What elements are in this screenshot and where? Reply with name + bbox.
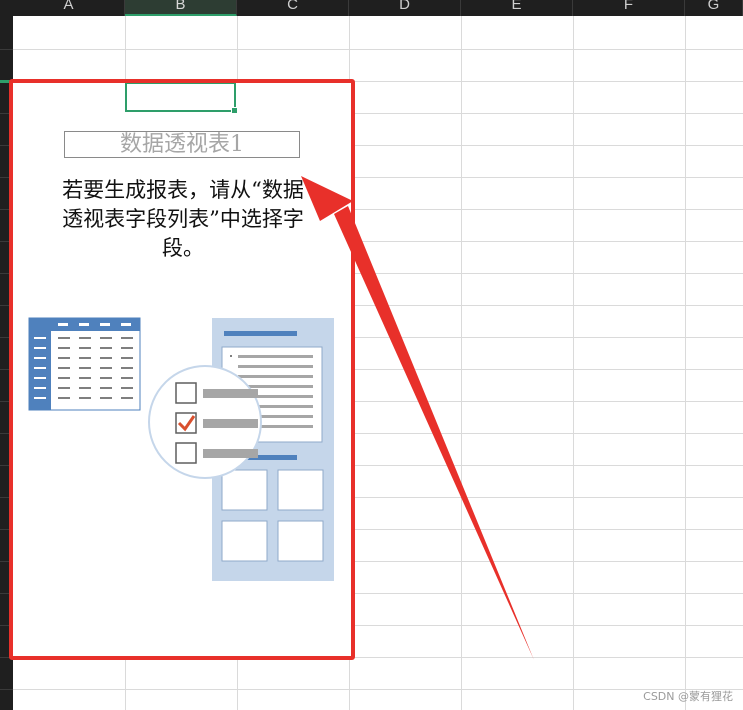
- annotation-arrow: [301, 176, 534, 660]
- watermark: CSDN @蒙有狸花: [643, 690, 733, 703]
- arrow-shaft: [334, 206, 534, 660]
